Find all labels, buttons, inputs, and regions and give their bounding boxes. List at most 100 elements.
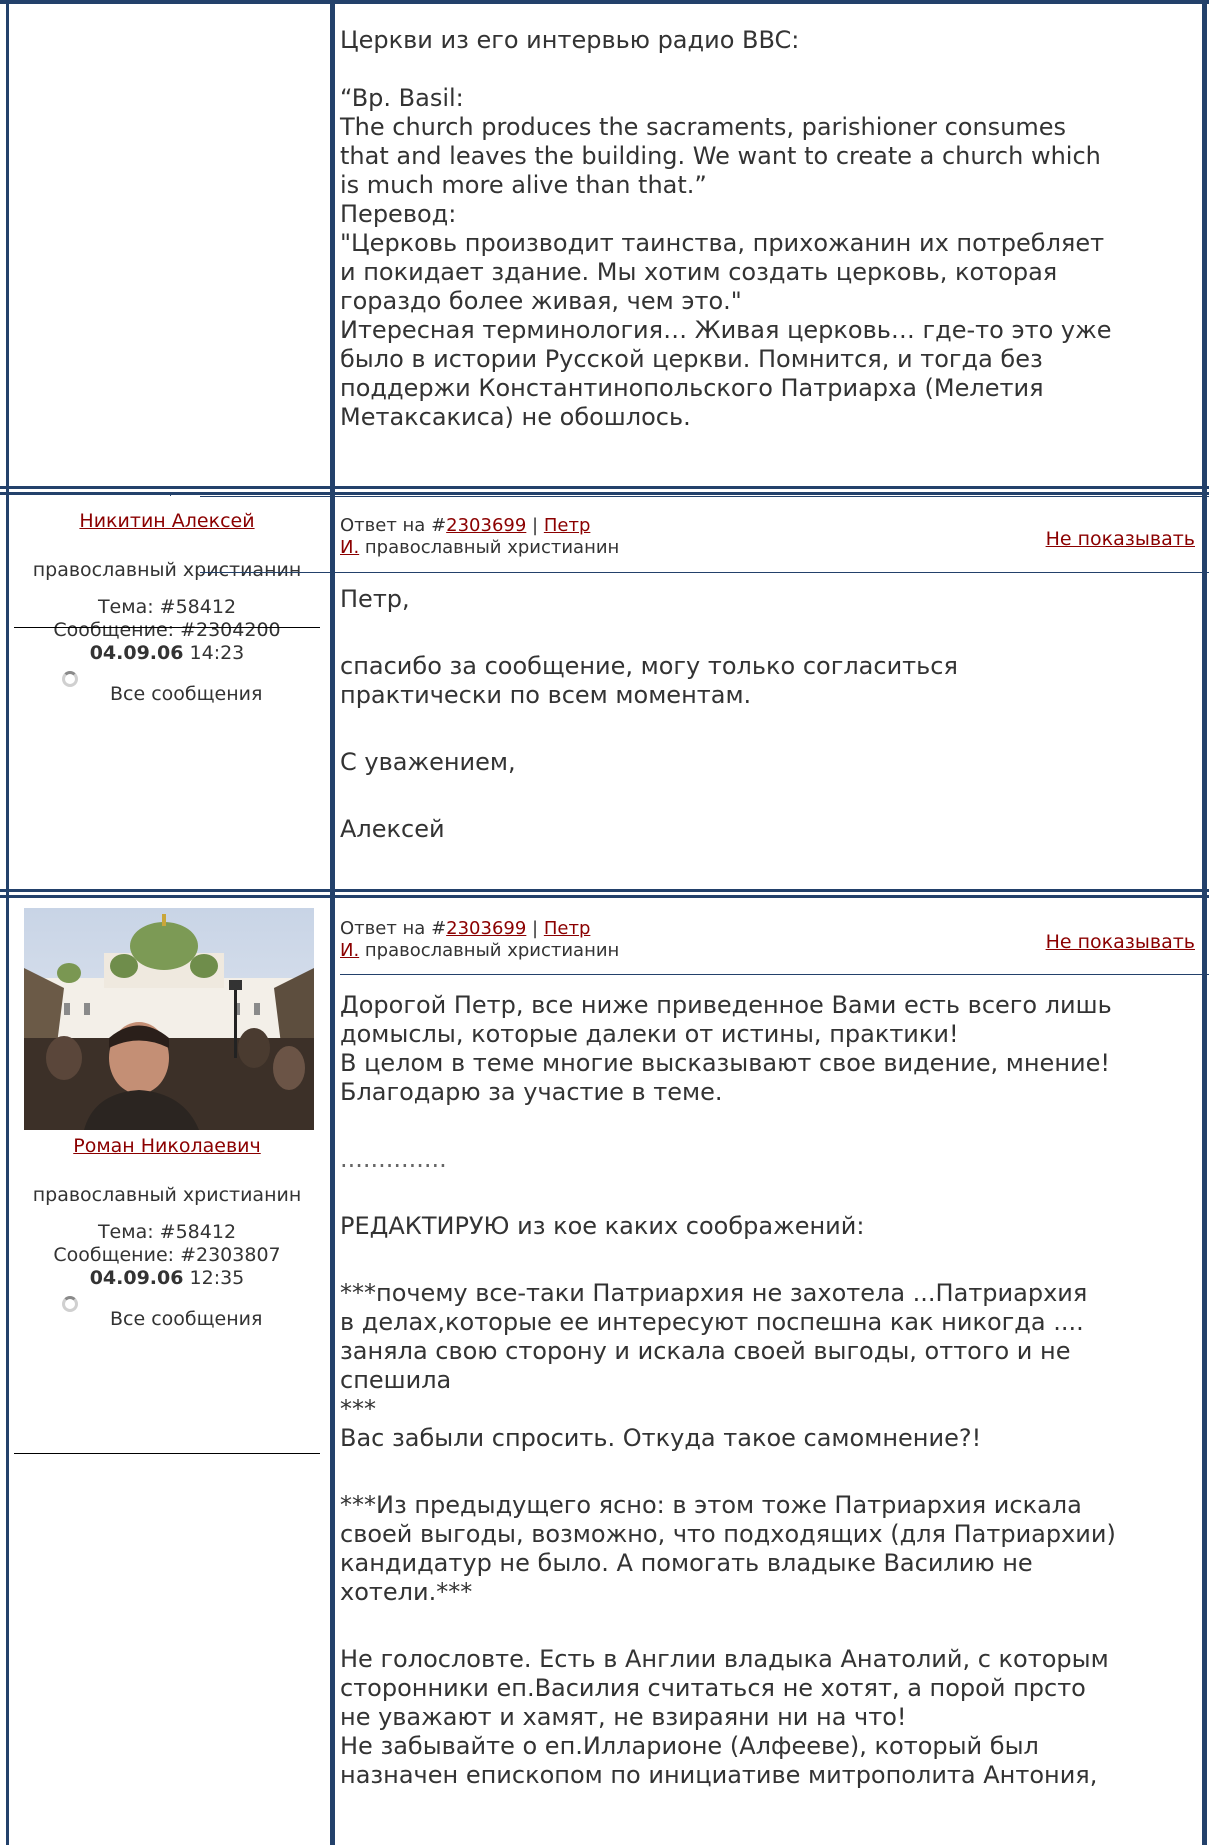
reply-prefix: Ответ на # [340, 918, 447, 939]
post-body-line: поддержи Константинопольского Патриарха … [340, 374, 1044, 402]
all-messages-row: Все сообщения [14, 1294, 320, 1334]
reply-author-link[interactable]: Петр [544, 918, 591, 939]
post-time: 12:35 [189, 1267, 245, 1289]
post-body-line [340, 710, 1196, 748]
reply-post-link[interactable]: 2303699 [446, 515, 526, 536]
author-panel-rule [14, 1453, 320, 1454]
loading-spinner-icon [62, 671, 78, 687]
post-body-line [340, 1607, 1196, 1645]
reply-post-link[interactable]: 2303699 [446, 918, 526, 939]
all-messages-row: Все сообщения [14, 669, 320, 709]
post-body-line: Петр, [340, 585, 410, 613]
post-body-line: "Церковь производит таинства, прихожанин… [340, 229, 1105, 257]
post-meta: Тема: #58412 Сообщение: #2304200 04.09.0… [14, 596, 320, 665]
post-body-line: назначен епископом по инициативе митропо… [340, 1761, 1098, 1789]
author-panel: Никитин Алексей православный христианин … [14, 509, 320, 709]
post-body-line: в делах,которые ее интересуют поспешна к… [340, 1308, 1084, 1336]
post-body-line: домыслы, которые далеки от истины, практ… [340, 1020, 959, 1048]
avatar-image [24, 908, 314, 1130]
post-body-line: спешила [340, 1366, 452, 1394]
post-separator [0, 889, 1209, 892]
reply-author-link[interactable]: И. [340, 940, 359, 961]
reply-author-link[interactable]: И. [340, 537, 359, 558]
post-body-line: ***почему все-таки Патриархия не захотел… [340, 1279, 1088, 1307]
post-datetime: 04.09.06 14:23 [14, 642, 320, 665]
post-date: 04.09.06 [89, 1267, 184, 1289]
author-status: православный христианин [32, 1184, 302, 1206]
post-body-line: that and leaves the building. We want to… [340, 142, 1101, 170]
post-body-line [340, 1241, 1196, 1279]
avatar-photo [24, 908, 314, 1130]
reply-author-status: православный христианин [359, 537, 620, 558]
post-body-line: не уважают и хамят, не взираяни ни на чт… [340, 1703, 907, 1731]
topic-number: Тема: #58412 [97, 596, 237, 618]
post-body-line: Благодарю за участие в теме. [340, 1078, 723, 1106]
author-link[interactable]: Никитин Алексей [79, 510, 254, 532]
post-meta: Тема: #58412 Сообщение: #2303807 04.09.0… [14, 1221, 320, 1290]
post-body-line [340, 1453, 1196, 1491]
post-body-line: Перевод: [340, 200, 457, 228]
post-body-line: The church produces the sacraments, pari… [340, 113, 1067, 141]
post-body-line: практически по всем моментам. [340, 681, 752, 709]
post-body-line: В целом в теме многие высказывают свое в… [340, 1049, 1110, 1077]
post-body-line: Не забывайте о еп.Илларионе (Алфееве), к… [340, 1732, 1039, 1760]
post-body-line: “Bp. Basil: [340, 84, 464, 112]
post-header-rule [200, 572, 1209, 573]
post-body: Петр, спасибо за сообщение, могу только … [340, 585, 1196, 844]
topic-number: Тема: #58412 [97, 1221, 237, 1243]
post-body-line [340, 1174, 1196, 1212]
reply-prefix: Ответ на # [340, 515, 447, 536]
post-body-line: своей выгоды, возможно, что подходящих (… [340, 1520, 1116, 1548]
post-body-line [340, 1107, 1196, 1145]
loading-spinner-icon [62, 1296, 78, 1312]
post-body-line: и покидает здание. Мы хотим создать церк… [340, 258, 1058, 286]
post-body-line: кандидатур не было. А помогать владыке В… [340, 1549, 1033, 1577]
post-body-line: РЕДАКТИРУЮ из кое каких соображений: [340, 1212, 865, 1240]
post-time: 14:23 [189, 642, 245, 664]
forum-thread-page: Церкви из его интервью радио BBC: “Bp. B… [0, 0, 1209, 1845]
reply-info: Ответ на #2303699 | Петр И. православный… [340, 515, 660, 559]
author-status: православный христианин [32, 559, 302, 581]
reply-separator: | [526, 515, 544, 536]
post-body-line: is much more alive than that.” [340, 171, 707, 199]
author-panel-rule [14, 627, 320, 628]
post-date: 04.09.06 [89, 642, 184, 664]
message-number: Сообщение: #2303807 [53, 1244, 281, 1266]
post-body-line: .............. [340, 1145, 447, 1173]
post-body-line: Церкви из его интервью радио BBC: [340, 26, 800, 54]
post-body-line: Итересная терминология… Живая церковь… г… [340, 316, 1112, 344]
post-body-line [340, 55, 1196, 84]
post-body-line: Метаксакиса) не обошлось. [340, 403, 691, 431]
author-link[interactable]: Роман Николаевич [73, 1135, 261, 1157]
post-body-line: Алексей [340, 815, 445, 843]
post-body-line: Дорогой Петр, все ниже приведенное Вами … [340, 991, 1112, 1019]
post-continued: Церкви из его интервью радио BBC: “Bp. B… [0, 0, 1209, 485]
post-body-line: гораздо более живая, чем это." [340, 287, 742, 315]
reply-author-link[interactable]: Петр [544, 515, 591, 536]
post-body-line: Не голословте. Есть в Англии владыка Ана… [340, 1645, 1109, 1673]
post-body-line: спасибо за сообщение, могу только соглас… [340, 652, 958, 680]
message-number: Сообщение: #2304200 [53, 619, 281, 641]
post-datetime: 04.09.06 12:35 [14, 1267, 320, 1290]
header-divider [170, 495, 171, 496]
post-body-line: *** [340, 1395, 376, 1423]
hide-post-link[interactable]: Не показывать [1046, 528, 1195, 550]
all-messages-link[interactable]: Все сообщения [110, 683, 262, 705]
hide-post-link[interactable]: Не показывать [1046, 931, 1195, 953]
post-header-rule [340, 974, 1209, 975]
post-body-line: хотели.*** [340, 1578, 473, 1606]
post: Роман Николаевич православный христианин… [0, 898, 1209, 1845]
reply-separator: | [526, 918, 544, 939]
post-body-line: было в истории Русской церкви. Помнится,… [340, 345, 1043, 373]
post-body: Дорогой Петр, все ниже приведенное Вами … [340, 991, 1196, 1790]
post-body [340, 462, 1196, 510]
all-messages-link[interactable]: Все сообщения [110, 1308, 262, 1330]
post-body-line: заняла свою сторону и искала своей выгод… [340, 1337, 1071, 1365]
post-body-line [340, 614, 1196, 652]
post-body: Церкви из его интервью радио BBC: “Bp. B… [340, 26, 1196, 432]
post-body-line: сторонники еп.Василия считаться не хотят… [340, 1674, 1086, 1702]
post-body-line: С уважением, [340, 748, 516, 776]
post-body-line: Вас забыли спросить. Откуда такое самомн… [340, 1424, 982, 1452]
post-body-line [340, 777, 1196, 815]
reply-info: Ответ на #2303699 | Петр И. православный… [340, 918, 660, 962]
